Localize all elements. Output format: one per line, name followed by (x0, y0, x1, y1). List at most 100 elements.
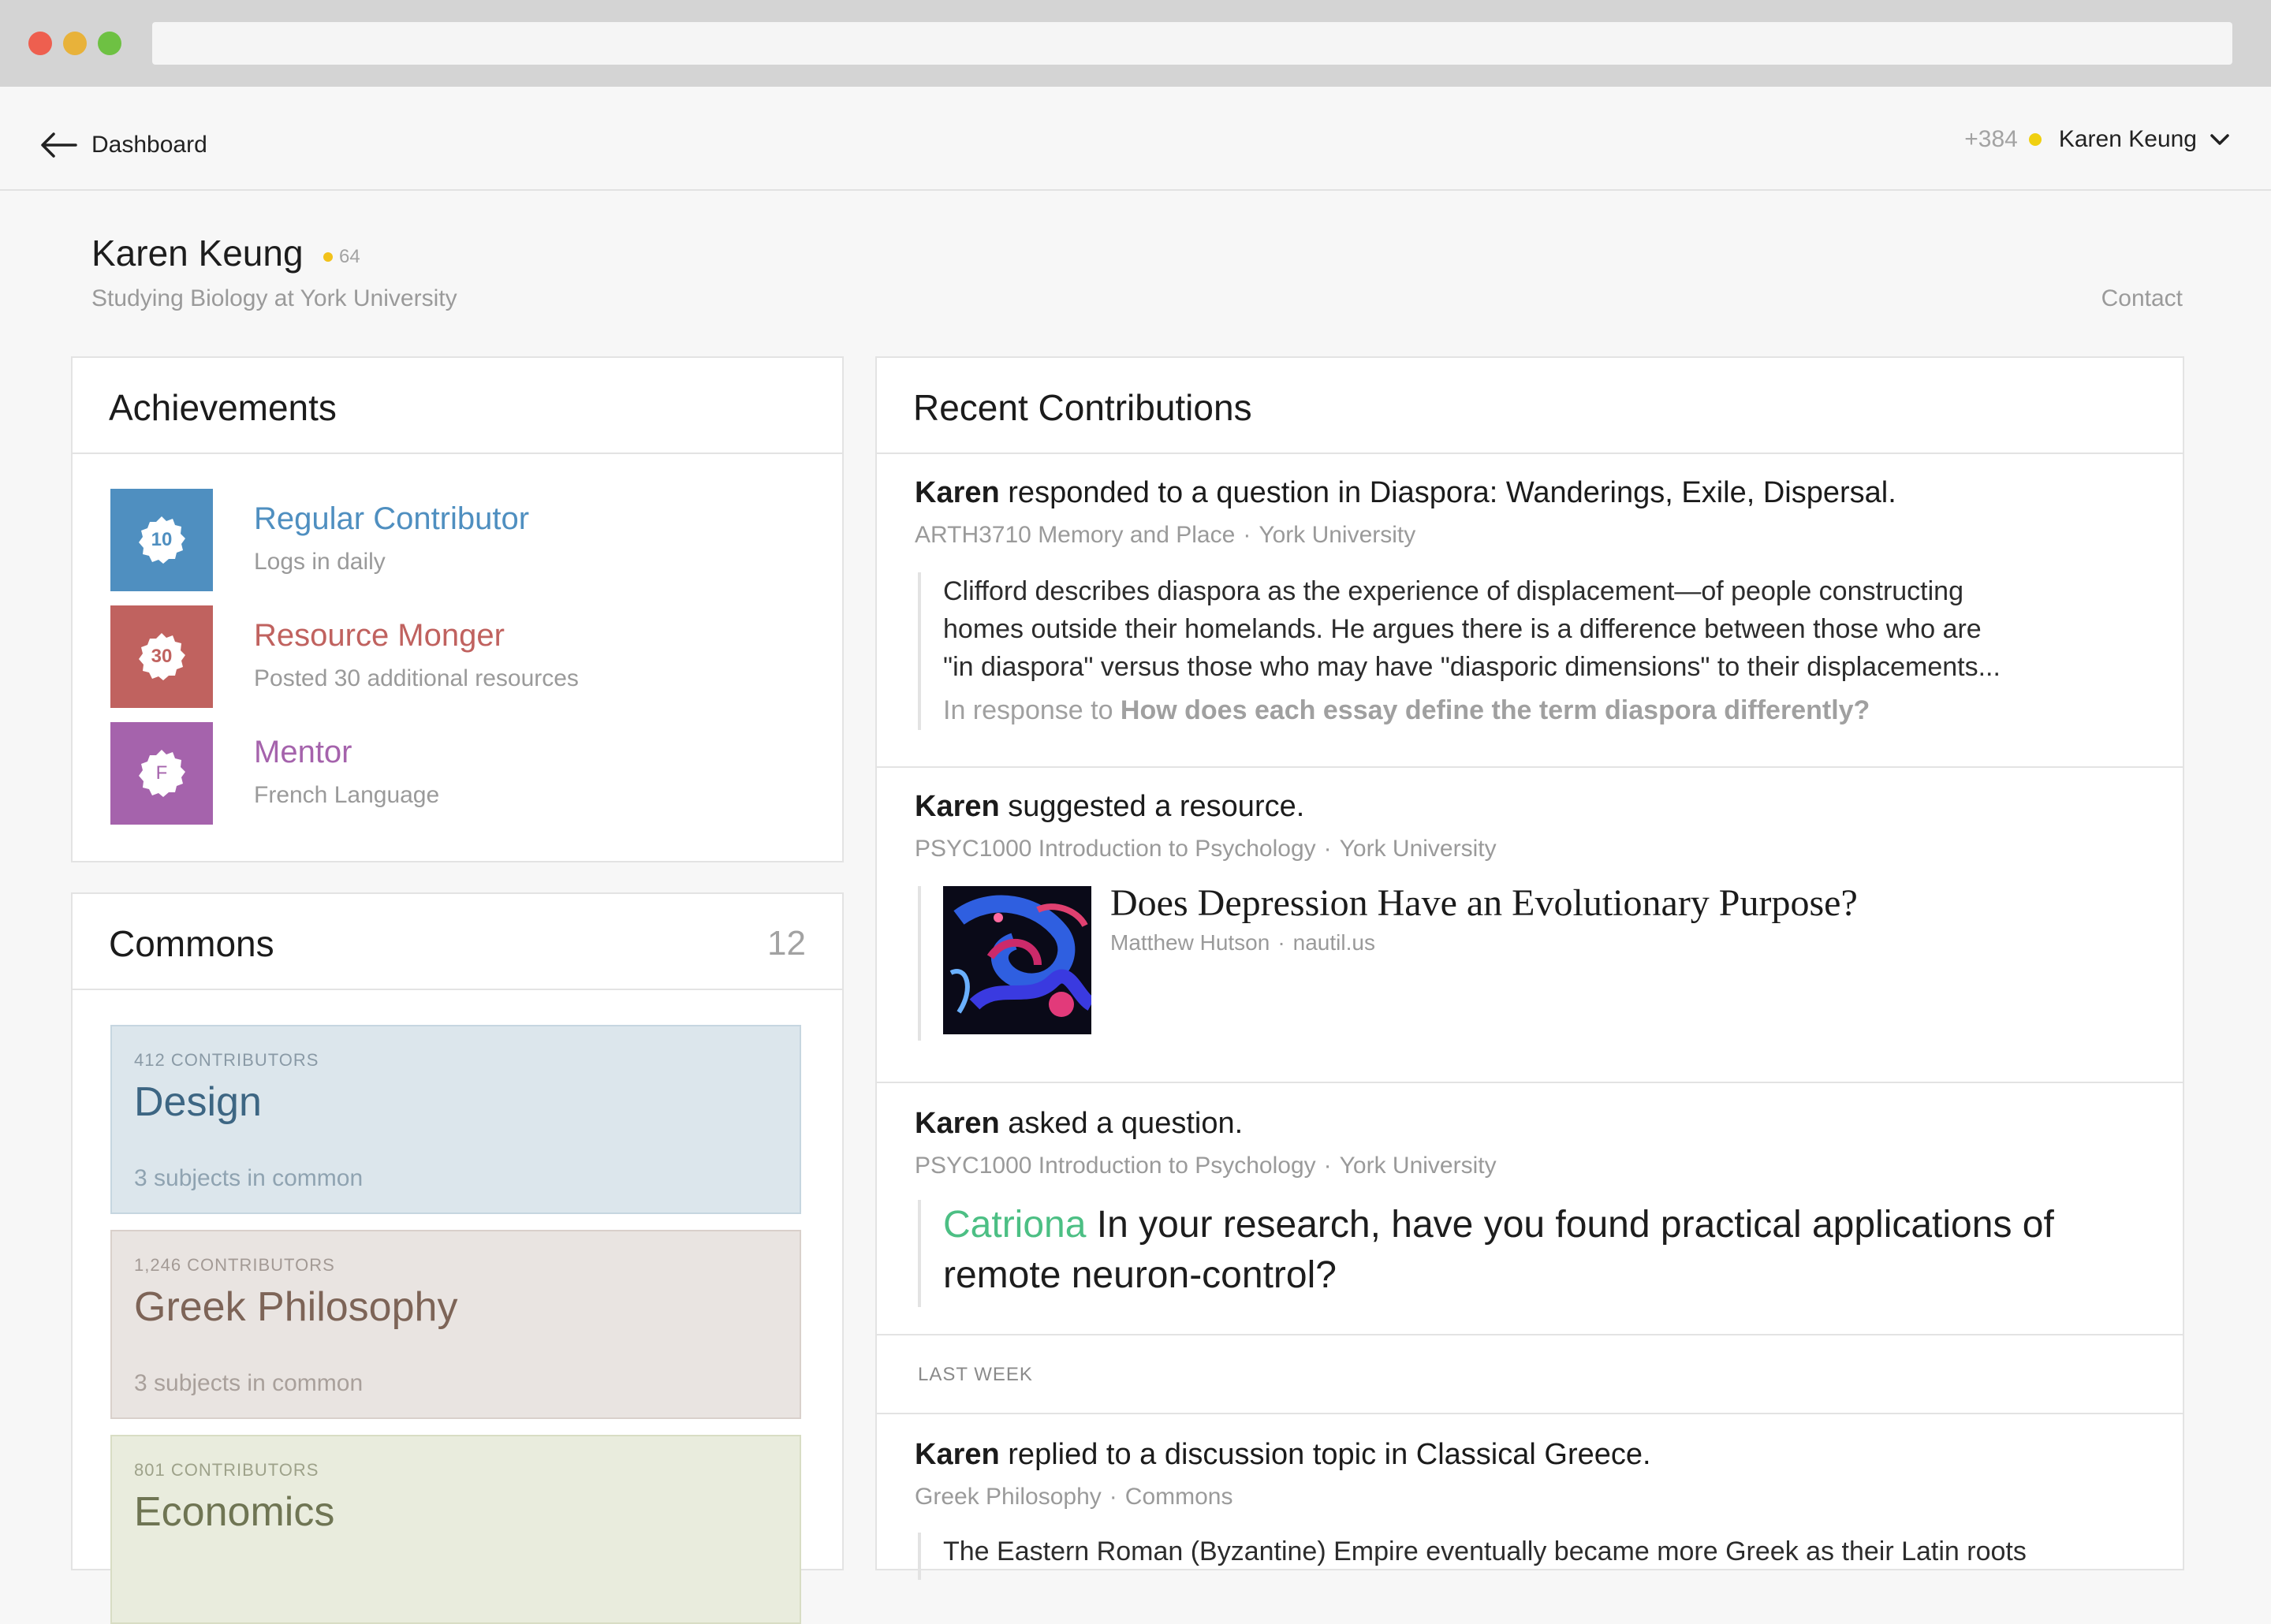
achievement-item[interactable]: 30 Resource Monger Posted 30 additional … (110, 605, 804, 708)
course-link[interactable]: PSYC1000 Introduction to Psychology (915, 1153, 1316, 1179)
question-line-1: In your research, have you found practic… (1086, 1204, 2054, 1246)
contribution-summary: Karen suggested a resource. (915, 790, 1304, 824)
common-card-design[interactable]: 412 CONTRIBUTORS Design 3 subjects in co… (110, 1025, 801, 1214)
quote-preview: The Eastern Roman (Byzantine) Empire eve… (943, 1536, 2027, 1566)
achievement-badge: 10 (110, 489, 213, 591)
question-asker[interactable]: Catriona (943, 1204, 1086, 1246)
achievement-badge-label: F (155, 762, 168, 784)
contribution-item[interactable]: Karen asked a question. PSYC1000 Introdu… (877, 1083, 2183, 1335)
contribution-actor: Karen (915, 790, 1000, 823)
commons-title: Commons (109, 923, 274, 964)
achievement-description: French Language (254, 782, 440, 808)
contribution-summary: Karen asked a question. (915, 1107, 1243, 1141)
contribution-actor: Karen (915, 1438, 1000, 1471)
meta-separator: · (1323, 836, 1332, 862)
resource-thumbnail (943, 886, 1091, 1034)
back-label: Dashboard (91, 132, 207, 158)
contribution-summary: Karen responded to a question in Diaspor… (915, 476, 1896, 510)
resource-title[interactable]: Does Depression Have an Evolutionary Pur… (1110, 881, 1858, 925)
achievement-description: Posted 30 additional resources (254, 665, 579, 691)
profile-score-badge: 64 (323, 246, 360, 268)
resource-author: Matthew Hutson (1110, 930, 1270, 955)
achievement-item[interactable]: F Mentor French Language (110, 722, 804, 825)
achievement-title: Regular Contributor (254, 501, 530, 536)
quote-line: Clifford describes diaspora as the exper… (943, 576, 1963, 606)
school-link[interactable]: Commons (1125, 1484, 1233, 1510)
course-link[interactable]: Greek Philosophy (915, 1484, 1102, 1510)
commons-count: 12 (767, 924, 806, 963)
contributions-title: Recent Contributions (913, 387, 1252, 428)
course-link[interactable]: ARTH3710 Memory and Place (915, 522, 1235, 548)
common-name: Economics (134, 1489, 335, 1535)
section-label: LAST WEEK (918, 1364, 1033, 1385)
contribution-summary: Karen replied to a discussion topic in C… (915, 1438, 1651, 1472)
common-name: Design (134, 1079, 262, 1125)
contributions-header: Recent Contributions (877, 358, 2183, 454)
achievement-badge-label: 30 (151, 646, 173, 667)
minimize-window-button[interactable] (63, 32, 87, 55)
contribution-item[interactable]: Karen responded to a question in Diaspor… (877, 454, 2183, 768)
quote-line: homes outside their homelands. He argues… (943, 614, 1982, 644)
meta-separator: · (1277, 930, 1285, 955)
contribution-quote: Clifford describes diaspora as the exper… (918, 572, 2148, 730)
common-contributors: 801 CONTRIBUTORS (134, 1460, 319, 1480)
school-link[interactable]: York University (1340, 836, 1497, 862)
common-contributors: 412 CONTRIBUTORS (134, 1050, 319, 1070)
school-link[interactable]: York University (1340, 1153, 1497, 1179)
contribution-action: asked a question. (999, 1107, 1244, 1140)
contribution-item[interactable]: Karen replied to a discussion topic in C… (877, 1414, 2183, 1580)
resource-card[interactable]: Does Depression Have an Evolutionary Pur… (918, 882, 2148, 1041)
maximize-window-button[interactable] (98, 32, 121, 55)
meta-separator: · (1243, 522, 1251, 548)
common-card-economics[interactable]: 801 CONTRIBUTORS Economics (110, 1435, 801, 1624)
arrow-left-icon (41, 132, 77, 158)
quote-line: "in diaspora" versus those who may have … (943, 652, 2001, 682)
achievements-panel: Achievements 10 Regular Contributor Logs… (71, 356, 844, 862)
course-link[interactable]: PSYC1000 Introduction to Psychology (915, 836, 1316, 862)
contribution-actor: Karen (915, 1107, 1000, 1140)
question-quote[interactable]: Catriona In your research, have you foun… (918, 1200, 2148, 1307)
achievement-title: Mentor (254, 735, 352, 769)
resource-illustration-icon (943, 886, 1091, 1034)
points-counter: +384 (1964, 126, 2018, 152)
contribution-meta: PSYC1000 Introduction to Psychology · York… (915, 836, 1497, 862)
achievement-description: Logs in daily (254, 549, 386, 575)
common-subjects: 3 subjects in common (134, 1165, 364, 1191)
contribution-item[interactable]: Karen suggested a resource. PSYC1000 Int… (877, 768, 2183, 1083)
resource-meta: Matthew Hutson · nautil.us (1110, 930, 1375, 955)
achievement-badge-label: 10 (151, 529, 173, 550)
profile-subtitle: Studying Biology at York University (91, 285, 457, 311)
achievements-title: Achievements (109, 387, 337, 428)
meta-separator: · (1109, 1484, 1117, 1510)
profile-name: Karen Keung (91, 233, 304, 274)
contribution-actor: Karen (915, 476, 1000, 509)
user-name: Karen Keung (2058, 126, 2197, 152)
commons-panel: Commons 12 412 CONTRIBUTORS Design 3 sub… (71, 892, 844, 1624)
address-bar[interactable] (152, 22, 2232, 65)
meta-separator: · (1323, 1153, 1332, 1179)
close-window-button[interactable] (28, 32, 52, 55)
common-contributors: 1,246 CONTRIBUTORS (134, 1255, 335, 1275)
contribution-quote: The Eastern Roman (Byzantine) Empire eve… (918, 1533, 2148, 1580)
achievements-header: Achievements (73, 358, 842, 454)
achievement-badge: 30 (110, 605, 213, 708)
question-line-2: remote neuron-control? (943, 1254, 1337, 1296)
contact-link[interactable]: Contact (2101, 285, 2183, 312)
in-response-to: In response to How does each essay defin… (943, 695, 2148, 726)
contribution-action: replied to a discussion topic in Classic… (999, 1438, 1651, 1471)
browser-chrome (0, 0, 2271, 87)
points-dot-icon (2028, 133, 2042, 146)
in-response-question-link[interactable]: How does each essay define the term dias… (1121, 695, 1870, 725)
back-to-dashboard-link[interactable]: Dashboard (39, 131, 207, 159)
user-menu[interactable]: +384 Karen Keung (1964, 126, 2230, 153)
contribution-action: responded to a question in Diaspora: Wan… (999, 476, 1896, 509)
contribution-action: suggested a resource. (999, 790, 1305, 823)
common-subjects: 3 subjects in common (134, 1370, 364, 1396)
common-card-greek-philosophy[interactable]: 1,246 CONTRIBUTORS Greek Philosophy 3 su… (110, 1230, 801, 1419)
school-link[interactable]: York University (1259, 522, 1415, 548)
question-text: Catriona In your research, have you foun… (943, 1200, 2148, 1301)
section-divider: LAST WEEK (877, 1335, 2183, 1414)
achievement-item[interactable]: 10 Regular Contributor Logs in daily (110, 489, 804, 591)
contribution-meta: PSYC1000 Introduction to Psychology · York… (915, 1153, 1497, 1179)
recent-contributions-panel: Recent Contributions Karen responded to … (875, 356, 2184, 1580)
